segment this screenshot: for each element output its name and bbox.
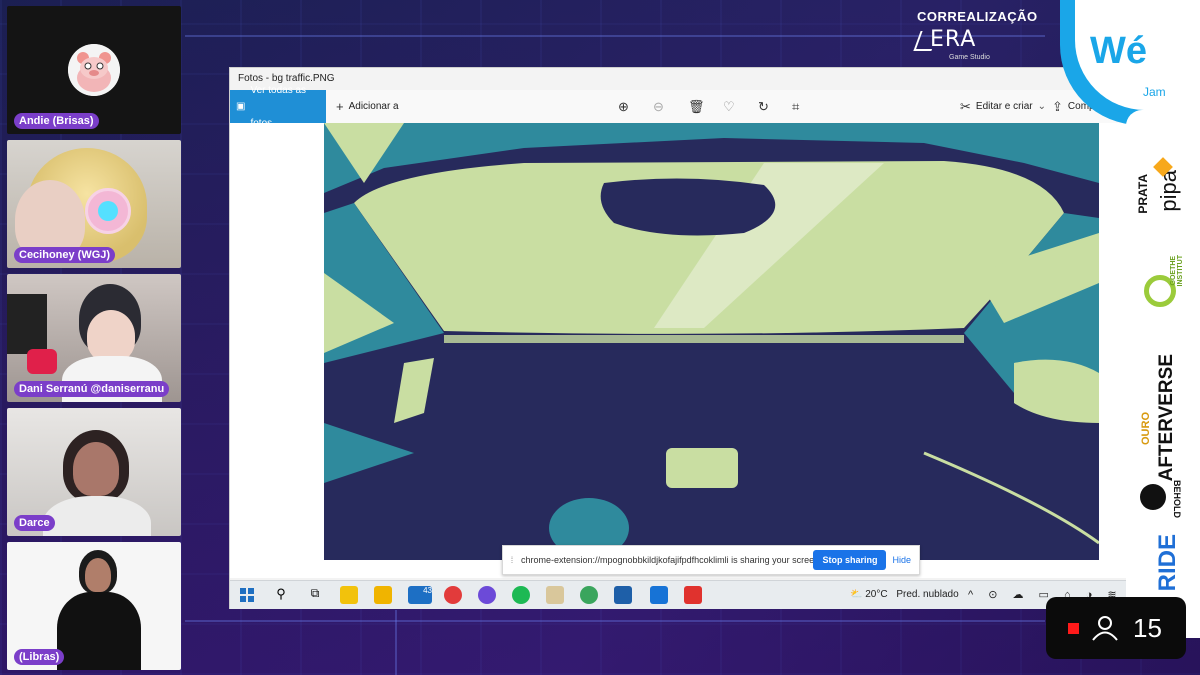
app-icon[interactable] bbox=[650, 586, 668, 604]
person-icon bbox=[1092, 616, 1118, 641]
zoom-in-icon[interactable]: ⊕ bbox=[618, 90, 629, 123]
windows-start-icon[interactable] bbox=[238, 586, 256, 604]
hide-button[interactable]: Hide bbox=[892, 555, 911, 565]
sponsor-name: AFTERVERSE bbox=[1156, 354, 1177, 482]
edit-create-button[interactable]: ✂ Editar e criar ⌄ bbox=[960, 90, 1046, 123]
live-indicator-icon bbox=[1068, 622, 1079, 634]
sponsor-name: pipa bbox=[1156, 170, 1181, 212]
pig-avatar-icon bbox=[68, 44, 120, 96]
headphone-icon bbox=[85, 188, 131, 234]
screen-share-bar: ⁞ chrome-extension://mpognobbkildjkofaji… bbox=[502, 545, 920, 575]
photo-viewer bbox=[230, 123, 1196, 578]
brand-subtitle: Jam bbox=[1143, 85, 1166, 99]
image-icon: ▣ bbox=[236, 101, 246, 112]
task-view-icon[interactable]: ⧉ bbox=[306, 586, 324, 604]
photos-app-icon[interactable] bbox=[614, 586, 632, 604]
chevron-down-icon: ⌄ bbox=[1037, 101, 1046, 112]
vivaldi-icon[interactable] bbox=[684, 586, 702, 604]
app-icon[interactable] bbox=[580, 586, 598, 604]
person-shirt bbox=[43, 496, 151, 536]
person-face bbox=[73, 442, 119, 496]
era-logo-text: ERA bbox=[930, 27, 977, 52]
sponsor-strip: PRATA pipa GOETHE INSTITUT OURO AFTERVER… bbox=[1126, 110, 1200, 638]
displayed-photo bbox=[324, 123, 1099, 560]
weather-temp: 20°C bbox=[865, 589, 888, 600]
era-subtitle: Game Studio bbox=[949, 54, 990, 61]
share-icon: ⇪ bbox=[1052, 99, 1063, 114]
webcam-tile: Dani Serranú @daniserranu bbox=[7, 274, 181, 402]
app-icon[interactable] bbox=[478, 586, 496, 604]
brand-logo: Wé bbox=[1090, 30, 1147, 72]
crop-icon[interactable]: ⌗ bbox=[792, 90, 799, 123]
background-line bbox=[395, 610, 397, 675]
viewer-counter: 15 bbox=[1046, 597, 1186, 659]
person-face bbox=[85, 558, 111, 592]
webcam-tile: Darce bbox=[7, 408, 181, 536]
spotify-icon[interactable] bbox=[512, 586, 530, 604]
viewer-count: 15 bbox=[1133, 612, 1162, 643]
sponsor-name: BEHOLD bbox=[1172, 480, 1182, 518]
cloud-sun-icon: ⛅ bbox=[850, 589, 863, 600]
rotate-icon[interactable]: ↻ bbox=[758, 90, 769, 123]
zoom-out-icon[interactable]: ⊖ bbox=[653, 90, 664, 123]
plus-icon: + bbox=[336, 99, 344, 114]
participant-name: Cecihoney (WGJ) bbox=[14, 247, 116, 263]
participant-name: Darce bbox=[14, 515, 55, 531]
stop-sharing-button[interactable]: Stop sharing bbox=[813, 550, 887, 570]
search-icon[interactable]: ⚲ bbox=[272, 586, 290, 604]
webcam-tile: Cecihoney (WGJ) bbox=[7, 140, 181, 268]
webcam-tile: Andie (Brisas) bbox=[7, 6, 181, 134]
behold-logo-icon bbox=[1140, 484, 1166, 510]
car-interior-illustration bbox=[324, 123, 1099, 560]
heart-icon[interactable]: ♡ bbox=[723, 90, 735, 123]
see-all-photos-button[interactable]: ▣ Ver todas as fotos bbox=[230, 85, 326, 129]
person-face bbox=[87, 310, 135, 362]
file-explorer-icon[interactable] bbox=[374, 586, 392, 604]
keyboard-instrument bbox=[7, 294, 47, 354]
drag-handle-icon[interactable]: ⁞ bbox=[503, 555, 521, 565]
add-to-button[interactable]: + Adicionar a bbox=[336, 90, 399, 123]
app-icon[interactable] bbox=[444, 586, 462, 604]
weather-desc: Pred. nublado bbox=[896, 589, 959, 600]
participant-name: Andie (Brisas) bbox=[14, 113, 99, 129]
participant-name: Dani Serranú @daniserranu bbox=[14, 381, 170, 397]
coproduction-title: CORREALIZAÇÃO bbox=[917, 9, 1038, 24]
share-message: chrome-extension://mpognobbkildjkofajifp… bbox=[521, 555, 814, 565]
app-icon[interactable] bbox=[546, 586, 564, 604]
participant-name: (Libras) bbox=[14, 649, 65, 665]
mail-icon[interactable]: 43 bbox=[408, 586, 432, 604]
weather-widget[interactable]: ⛅ 20°C Pred. nublado bbox=[850, 581, 959, 609]
avatar bbox=[68, 44, 120, 96]
mail-badge: 43 bbox=[423, 586, 432, 595]
sponsor-name: GOETHE INSTITUT bbox=[1170, 254, 1184, 287]
sticky-notes-icon[interactable] bbox=[340, 586, 358, 604]
photos-window: Fotos - bg traffic.PNG ▣ Ver todas as fo… bbox=[229, 67, 1197, 609]
trash-icon[interactable]: 🗑 bbox=[688, 90, 705, 123]
background-line bbox=[185, 620, 1045, 622]
edit-create-label: Editar e criar bbox=[975, 101, 1033, 112]
sponsor-tier: OURO bbox=[1140, 412, 1152, 445]
red-object bbox=[27, 349, 57, 374]
sponsor-name: RIDE bbox=[1154, 534, 1181, 592]
window-title: Fotos - bg traffic.PNG bbox=[230, 68, 1196, 90]
edit-icon: ✂ bbox=[960, 99, 971, 114]
add-to-label: Adicionar a bbox=[348, 101, 399, 112]
webcam-tile: (Libras) bbox=[7, 542, 181, 670]
photos-toolbar: ▣ Ver todas as fotos + Adicionar a ⊕ ⊖ 🗑… bbox=[230, 85, 1196, 129]
coproduction-logo: CORREALIZAÇÃO ERA Game Studio bbox=[905, 3, 1045, 65]
sponsor-tier: PRATA bbox=[1136, 174, 1150, 214]
person-shirt bbox=[57, 592, 141, 670]
